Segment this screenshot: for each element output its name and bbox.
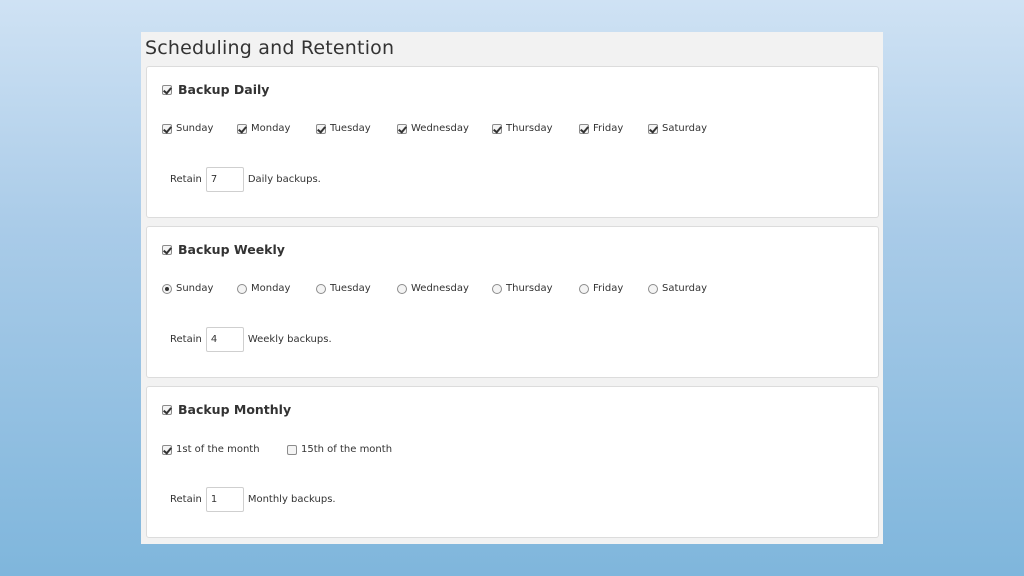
daily-days: Sunday Monday Tuesday Wednesday Thursday… <box>162 123 862 137</box>
daily-retain: Retain 7 Daily backups. <box>170 167 321 192</box>
monthly-options: 1st of the month 15th of the month <box>162 444 562 458</box>
scheduling-panel: Scheduling and Retention Backup Daily Su… <box>141 32 883 544</box>
daily-day-thursday[interactable]: Thursday <box>492 123 553 134</box>
weekly-thursday-radio[interactable] <box>492 283 502 294</box>
daily-day-tuesday[interactable]: Tuesday <box>316 123 371 134</box>
weekly-friday-radio[interactable] <box>579 283 589 294</box>
monthly-retain-input[interactable]: 1 <box>205 487 244 512</box>
weekly-retain-input[interactable]: 4 <box>205 327 244 352</box>
weekly-thursday-label: Thursday <box>506 283 553 294</box>
monthly-retain: Retain 1 Monthly backups. <box>170 487 336 512</box>
weekly-wednesday-radio[interactable] <box>397 283 407 294</box>
backup-weekly-checkbox[interactable] <box>162 244 172 255</box>
weekly-monday-radio[interactable] <box>237 283 247 294</box>
daily-friday-label: Friday <box>593 123 624 134</box>
weekly-sunday-radio[interactable] <box>162 283 172 294</box>
daily-tuesday-checkbox[interactable] <box>316 123 326 134</box>
monthly-section: Backup Monthly 1st of the month 15th of … <box>146 386 879 538</box>
daily-retain-suffix: Daily backups. <box>247 174 321 185</box>
weekly-section: Backup Weekly Sunday Monday Tuesday Wedn… <box>146 226 879 378</box>
daily-sunday-label: Sunday <box>176 123 214 134</box>
daily-day-sunday[interactable]: Sunday <box>162 123 213 134</box>
daily-saturday-checkbox[interactable] <box>648 123 658 134</box>
backup-daily-toggle[interactable]: Backup Daily <box>162 82 269 97</box>
daily-thursday-checkbox[interactable] <box>492 123 502 134</box>
weekly-wednesday-label: Wednesday <box>411 283 469 294</box>
weekly-day-saturday[interactable]: Saturday <box>648 283 707 294</box>
weekly-day-thursday[interactable]: Thursday <box>492 283 553 294</box>
weekly-day-sunday[interactable]: Sunday <box>162 283 213 294</box>
weekly-retain-suffix: Weekly backups. <box>247 334 332 345</box>
weekly-day-monday[interactable]: Monday <box>237 283 290 294</box>
monthly-1st-label: 1st of the month <box>176 444 260 455</box>
daily-wednesday-label: Wednesday <box>411 123 469 134</box>
daily-day-wednesday[interactable]: Wednesday <box>397 123 469 134</box>
daily-friday-checkbox[interactable] <box>579 123 589 134</box>
monthly-15th-checkbox[interactable] <box>287 444 297 455</box>
backup-daily-label: Backup Daily <box>178 82 270 97</box>
daily-saturday-label: Saturday <box>662 123 708 134</box>
panel-title: Scheduling and Retention <box>145 37 395 59</box>
daily-retain-input[interactable]: 7 <box>205 167 244 192</box>
backup-monthly-checkbox[interactable] <box>162 404 172 415</box>
daily-sunday-checkbox[interactable] <box>162 123 172 134</box>
weekly-retain: Retain 4 Weekly backups. <box>170 327 332 352</box>
daily-monday-checkbox[interactable] <box>237 123 247 134</box>
monthly-15th-label: 15th of the month <box>301 444 393 455</box>
backup-monthly-toggle[interactable]: Backup Monthly <box>162 402 291 417</box>
daily-monday-label: Monday <box>251 123 291 134</box>
weekly-sunday-label: Sunday <box>176 283 214 294</box>
weekly-monday-label: Monday <box>251 283 291 294</box>
weekly-retain-label: Retain <box>170 334 202 345</box>
daily-tuesday-label: Tuesday <box>330 123 371 134</box>
daily-thursday-label: Thursday <box>506 123 553 134</box>
weekly-friday-label: Friday <box>593 283 624 294</box>
daily-day-saturday[interactable]: Saturday <box>648 123 707 134</box>
weekly-day-friday[interactable]: Friday <box>579 283 623 294</box>
daily-retain-label: Retain <box>170 174 202 185</box>
backup-weekly-label: Backup Weekly <box>178 242 285 257</box>
daily-day-monday[interactable]: Monday <box>237 123 290 134</box>
weekly-saturday-label: Saturday <box>662 283 708 294</box>
weekly-tuesday-radio[interactable] <box>316 283 326 294</box>
backup-weekly-toggle[interactable]: Backup Weekly <box>162 242 285 257</box>
daily-section: Backup Daily Sunday Monday Tuesday Wedne… <box>146 66 879 218</box>
weekly-days: Sunday Monday Tuesday Wednesday Thursday… <box>162 283 862 297</box>
monthly-option-1st[interactable]: 1st of the month <box>162 444 260 455</box>
monthly-retain-suffix: Monthly backups. <box>247 494 336 505</box>
weekly-day-tuesday[interactable]: Tuesday <box>316 283 371 294</box>
daily-wednesday-checkbox[interactable] <box>397 123 407 134</box>
monthly-option-15th[interactable]: 15th of the month <box>287 444 392 455</box>
weekly-day-wednesday[interactable]: Wednesday <box>397 283 469 294</box>
backup-monthly-label: Backup Monthly <box>178 402 292 417</box>
monthly-retain-label: Retain <box>170 494 202 505</box>
monthly-1st-checkbox[interactable] <box>162 444 172 455</box>
daily-day-friday[interactable]: Friday <box>579 123 623 134</box>
backup-daily-checkbox[interactable] <box>162 84 172 95</box>
weekly-tuesday-label: Tuesday <box>330 283 371 294</box>
weekly-saturday-radio[interactable] <box>648 283 658 294</box>
